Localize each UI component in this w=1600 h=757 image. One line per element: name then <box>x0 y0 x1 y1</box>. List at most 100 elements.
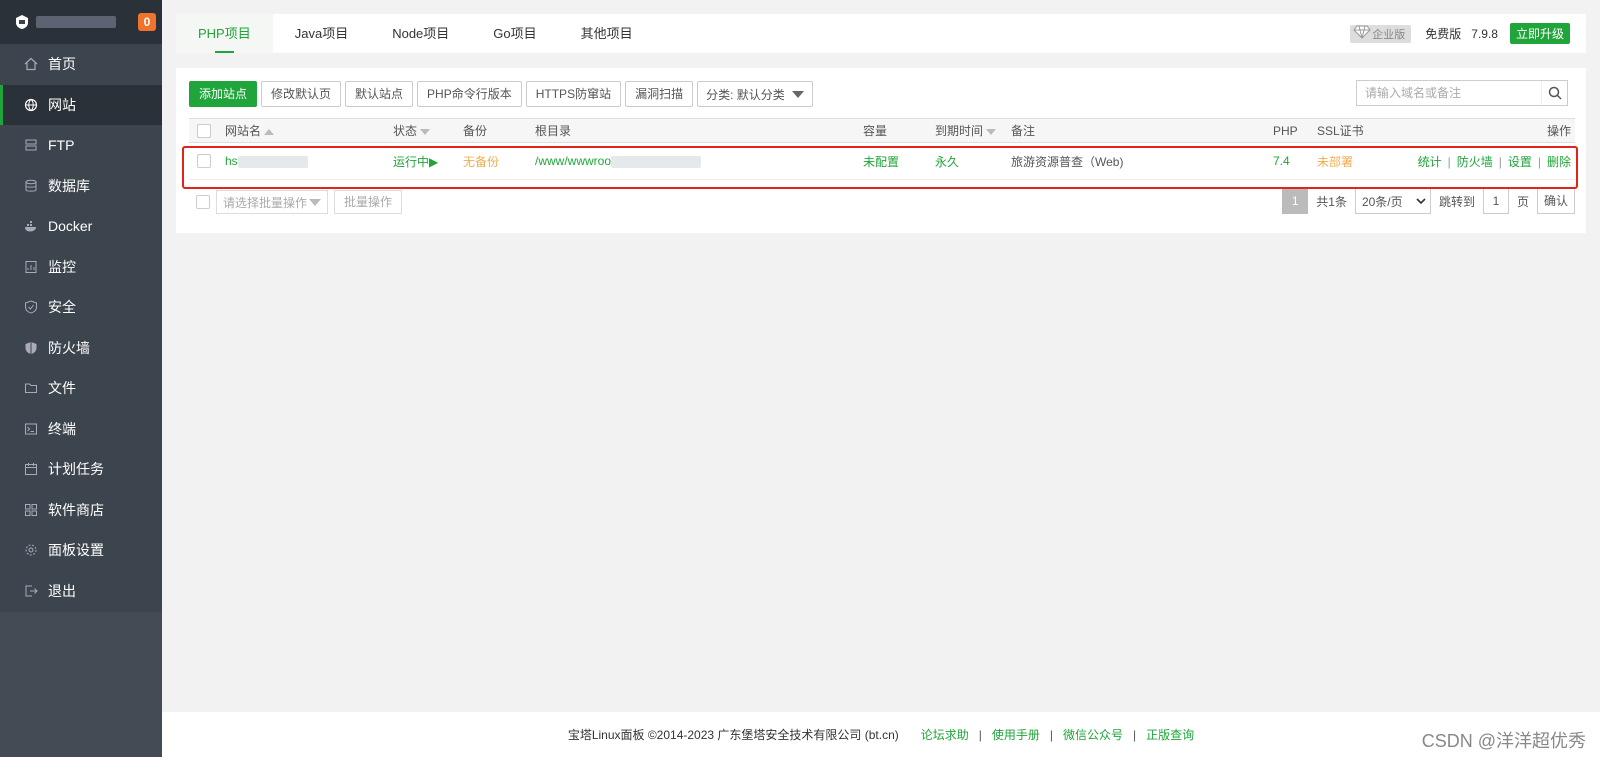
footer-link-wechat[interactable]: 微信公众号 <box>1063 726 1123 743</box>
https-guard-button[interactable]: HTTPS防窜站 <box>525 81 622 107</box>
search-icon[interactable] <box>1541 81 1567 105</box>
default-site-button[interactable]: 默认站点 <box>345 81 414 107</box>
col-name[interactable]: 网站名 <box>221 118 389 143</box>
expire-link[interactable]: 永久 <box>935 155 959 169</box>
col-status[interactable]: 状态 <box>389 118 459 143</box>
col-php: PHP <box>1269 118 1313 143</box>
table-header-row: 网站名 状态 备份 根目录 容量 到期时间 备注 PHP SSL证书 操作 <box>189 118 1575 143</box>
sidebar-item-label: FTP <box>48 137 75 154</box>
sidebar-item-ftp[interactable]: FTP <box>0 125 162 166</box>
root-dir-redacted <box>611 155 702 168</box>
capacity-link[interactable]: 未配置 <box>863 155 899 169</box>
sidebar-item-firewall[interactable]: 防火墙 <box>0 328 162 369</box>
select-all-checkbox[interactable] <box>197 123 211 138</box>
separator: | <box>978 727 982 742</box>
site-name-cell: hs <box>221 142 389 180</box>
sidebar-item-label: 软件商店 <box>48 501 104 518</box>
footer-link-license[interactable]: 正版查询 <box>1146 726 1194 743</box>
category-select[interactable]: 分类: 默认分类 <box>697 81 814 107</box>
delete-link[interactable]: 删除 <box>1547 155 1571 169</box>
sidebar-item-monitor[interactable]: 监控 <box>0 247 162 288</box>
sidebar-item-label: 文件 <box>48 380 76 397</box>
footer-link-manual[interactable]: 使用手册 <box>992 726 1040 743</box>
jump-confirm-button[interactable]: 确认 <box>1536 188 1575 214</box>
globe-icon <box>24 98 38 112</box>
database-icon <box>24 179 38 193</box>
status-cell: 运行中▶ <box>389 142 459 180</box>
settings-link[interactable]: 设置 <box>1508 155 1532 169</box>
row-checkbox[interactable] <box>197 154 211 169</box>
php-version-cell: 7.4 <box>1269 142 1313 180</box>
sidebar-item-database[interactable]: 数据库 <box>0 166 162 207</box>
batch-checkbox[interactable] <box>196 195 210 209</box>
stats-link[interactable]: 统计 <box>1418 155 1442 169</box>
col-expire[interactable]: 到期时间 <box>931 118 1007 143</box>
diamond-icon <box>1352 25 1372 42</box>
tab-node[interactable]: Node项目 <box>370 14 471 53</box>
sort-asc-icon <box>264 128 275 135</box>
tab-php[interactable]: PHP项目 <box>176 14 273 53</box>
sidebar-item-label: 监控 <box>48 258 76 275</box>
jump-page-input[interactable]: 1 <box>1482 188 1509 214</box>
batch-action-button[interactable]: 批量操作 <box>334 190 403 214</box>
php-cli-version-button[interactable]: PHP命令行版本 <box>417 81 522 107</box>
status-running-toggle[interactable]: 运行中▶ <box>393 155 438 169</box>
sidebar-item-label: 数据库 <box>48 177 90 194</box>
sidebar-item-docker[interactable]: Docker <box>0 206 162 247</box>
ssl-link[interactable]: 未部署 <box>1317 155 1353 169</box>
add-site-button[interactable]: 添加站点 <box>189 81 258 107</box>
project-tabs: PHP项目 Java项目 Node项目 Go项目 其他项目 企业版 免费版 7.… <box>176 14 1586 53</box>
remark-cell[interactable]: 旅游资源普查（Web) <box>1007 142 1269 180</box>
site-name-redacted <box>237 155 308 168</box>
sidebar-item-settings[interactable]: 面板设置 <box>0 530 162 571</box>
tab-java[interactable]: Java项目 <box>273 14 370 53</box>
search-input[interactable] <box>1357 81 1541 105</box>
page-unit: 页 <box>1516 194 1529 209</box>
separator: | <box>1537 154 1541 169</box>
site-toolbar: 添加站点 修改默认页 默认站点 PHP命令行版本 HTTPS防窜站 漏洞扫描 分… <box>189 81 814 107</box>
apps-icon <box>24 503 38 517</box>
site-name-link[interactable]: hs <box>225 154 238 168</box>
table-footer: 请选择批量操作 批量操作 1 共1条 20条/页 跳转到 1 页 确认 <box>189 188 1575 216</box>
sort-desc-icon <box>986 128 997 135</box>
root-dir-link[interactable]: /www/wwwroo <box>535 154 611 168</box>
batch-select[interactable]: 请选择批量操作 <box>216 190 328 214</box>
php-version-link[interactable]: 7.4 <box>1273 154 1290 168</box>
chevron-down-icon <box>309 198 321 206</box>
sidebar-filler <box>0 612 162 757</box>
tab-other[interactable]: 其他项目 <box>559 14 655 53</box>
sidebar-item-label: 终端 <box>48 420 76 437</box>
jump-label: 跳转到 <box>1438 194 1475 209</box>
sidebar-item-terminal[interactable]: 终端 <box>0 409 162 450</box>
version-info: 企业版 免费版 7.9.8 立即升级 <box>1350 23 1586 44</box>
sidebar-item-security[interactable]: 安全 <box>0 287 162 328</box>
upgrade-button[interactable]: 立即升级 <box>1509 23 1570 44</box>
enterprise-badge[interactable]: 企业版 <box>1350 24 1412 43</box>
sidebar-item-home[interactable]: 首页 <box>0 44 162 85</box>
backup-link[interactable]: 无备份 <box>463 155 499 169</box>
copyright-text: 宝塔Linux面板 ©2014-2023 广东堡塔安全技术有限公司 (bt.cn… <box>567 728 899 742</box>
sidebar-nav: 首页 网站 FTP 数据库 Docker 监控 安全 防火墙 文件 终端 计划任… <box>0 44 162 611</box>
firewall-link[interactable]: 防火墙 <box>1457 155 1493 169</box>
modify-default-page-button[interactable]: 修改默认页 <box>261 81 342 107</box>
sidebar-item-website[interactable]: 网站 <box>0 84 162 125</box>
sidebar-item-store[interactable]: 软件商店 <box>0 490 162 531</box>
separator: | <box>1498 154 1502 169</box>
sidebar-item-label: Docker <box>48 218 93 235</box>
sidebar-item-files[interactable]: 文件 <box>0 368 162 409</box>
sidebar-item-cron[interactable]: 计划任务 <box>0 449 162 490</box>
vuln-scan-button[interactable]: 漏洞扫描 <box>625 81 694 107</box>
terminal-icon <box>24 422 38 436</box>
col-remark: 备注 <box>1007 118 1269 143</box>
firewall-icon <box>24 341 38 355</box>
col-capacity: 容量 <box>859 118 931 143</box>
page-size-select[interactable]: 20条/页 <box>1354 188 1431 214</box>
page-current[interactable]: 1 <box>1282 188 1309 214</box>
pagination: 1 共1条 20条/页 跳转到 1 页 确认 <box>1282 188 1575 214</box>
sidebar-item-label: 退出 <box>48 582 76 599</box>
notification-badge[interactable]: 0 <box>138 13 156 31</box>
sidebar: 0 首页 网站 FTP 数据库 Docker 监控 安全 防火墙 文件 终端 计… <box>0 0 162 757</box>
tab-go[interactable]: Go项目 <box>471 14 558 53</box>
footer-link-forum[interactable]: 论坛求助 <box>921 726 969 743</box>
sidebar-item-logout[interactable]: 退出 <box>0 571 162 612</box>
